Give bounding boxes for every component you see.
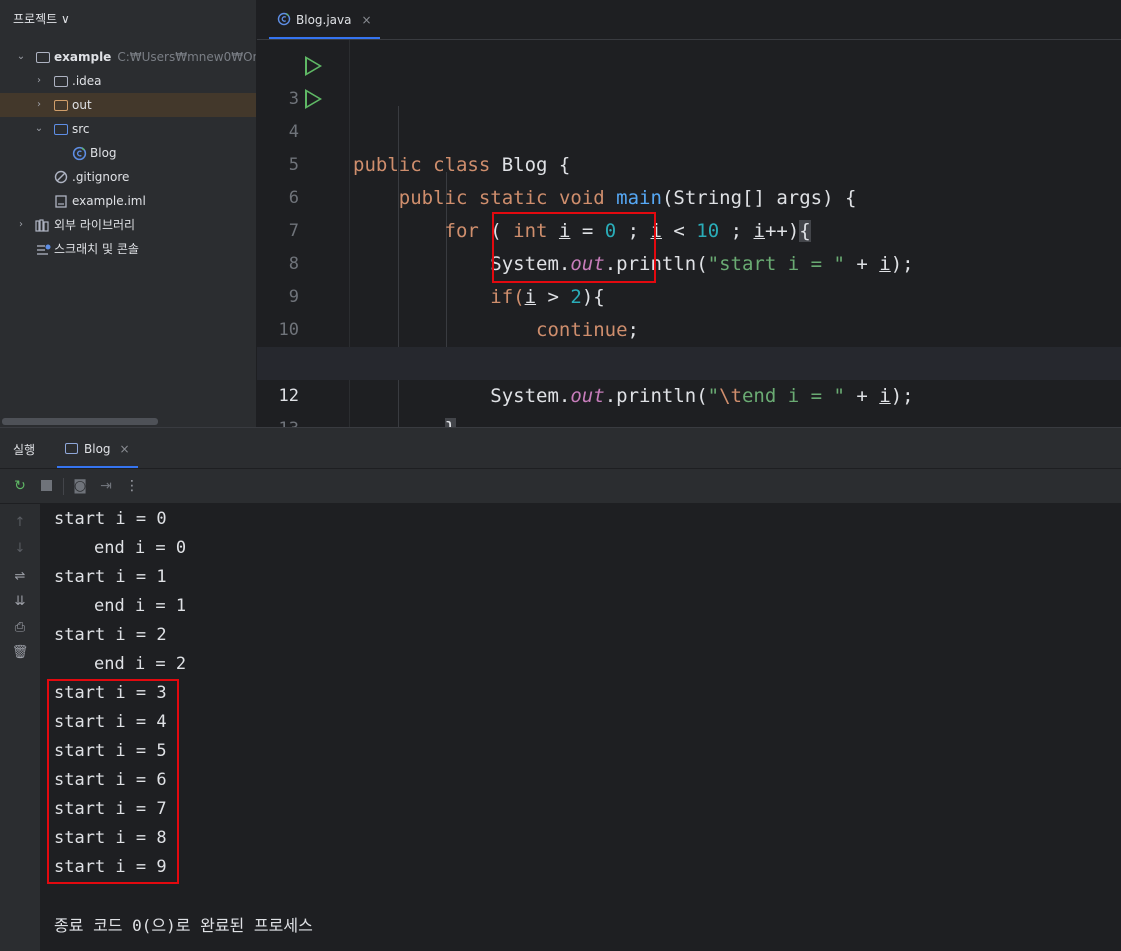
tree-item-scratches[interactable]: 스크래치 및 콘솔	[0, 237, 256, 261]
code-line: 3 public class Blog {	[257, 50, 1121, 176]
console-line: end i = 1	[94, 596, 187, 616]
tree-item-label: .idea	[72, 74, 102, 88]
console-line: end i = 2	[94, 654, 187, 674]
source-folder-icon	[54, 124, 68, 135]
code-line: 14 }	[257, 413, 1121, 427]
run-icon[interactable]	[305, 56, 322, 76]
code-line: 13	[257, 380, 1121, 427]
tree-item-label: src	[72, 122, 90, 136]
exit-message: 종료 코드 0(으)로 완료된 프로세스	[54, 916, 313, 935]
code-line: 4 public static void main(String[] args)…	[257, 83, 1121, 209]
tree-item-label: out	[72, 98, 92, 112]
tree-item-blog[interactable]: Blog	[0, 141, 256, 165]
library-icon	[35, 219, 49, 232]
editor-tab-bar: Blog.java ×	[257, 0, 1121, 40]
chevron-right-icon[interactable]: ›	[34, 69, 44, 93]
scroll-to-end-icon[interactable]: ⇊	[10, 593, 30, 611]
close-icon[interactable]: ×	[120, 442, 130, 456]
down-arrow-icon[interactable]: ↓	[10, 540, 30, 558]
tab-blog-java[interactable]: Blog.java ×	[269, 0, 380, 39]
tab-run-blog[interactable]: Blog ×	[57, 428, 138, 468]
console-line: start i = 0	[54, 509, 167, 529]
tree-item-idea[interactable]: › .idea	[0, 69, 256, 93]
toolbar-divider	[63, 478, 64, 495]
code-line: 10 }	[257, 281, 1121, 374]
tree-item-label: Blog	[90, 146, 117, 160]
stop-icon[interactable]	[38, 478, 54, 494]
more-icon[interactable]: ⋮	[124, 478, 140, 494]
run-toolbar: ↻ ◙ ⇥ ⋮	[0, 469, 1121, 504]
code-line: 6 for ( int i = 0 ; i < 10 ; i++){	[257, 149, 1121, 242]
project-pane-title[interactable]: 프로젝트 ∨	[13, 10, 70, 27]
current-code-line: 12 }	[257, 347, 1121, 427]
tree-item-example[interactable]: ⌄ example C:₩Users₩mnew0₩OneDriv	[0, 45, 256, 69]
code-line: 8 if(i > 2){	[257, 215, 1121, 308]
trash-icon[interactable]: 🗑	[10, 644, 30, 662]
run-tool-window: 실행 Blog × ↻ ◙ ⇥ ⋮ ↑ ↓ ⇌ ⇊ ⎙ 🗑 start i = 0…	[0, 427, 1121, 951]
highlight-box	[47, 679, 179, 884]
up-arrow-icon[interactable]: ↑	[10, 514, 30, 532]
soft-wrap-icon[interactable]: ⇌	[10, 568, 30, 586]
run-header: 실행 Blog ×	[0, 428, 1121, 469]
console-line: start i = 1	[54, 567, 167, 587]
code-line: 7 System.out.println("start i = " + i);	[257, 182, 1121, 275]
code-line: 11 System.out.println("\tend i = " + i);	[257, 314, 1121, 407]
tree-item-label: example.iml	[72, 194, 146, 208]
tree-item-label: .gitignore	[72, 170, 130, 184]
close-icon[interactable]: ×	[361, 13, 371, 27]
tree-item-external-libraries[interactable]: › 외부 라이브러리	[0, 213, 256, 237]
print-icon[interactable]: ⎙	[10, 619, 30, 637]
console-line: end i = 0	[94, 538, 187, 558]
code-line: 9 continue;	[257, 248, 1121, 341]
project-pane: 프로젝트 ∨ ⌄ example C:₩Users₩mnew0₩OneDriv ›…	[0, 0, 257, 427]
horizontal-scrollbar[interactable]	[2, 418, 158, 425]
code-editor[interactable]: 3 public class Blog { 4 public static vo…	[257, 40, 1121, 427]
exit-icon[interactable]: ⇥	[98, 478, 114, 494]
tree-item-label: 스크래치 및 콘솔	[54, 242, 139, 256]
java-class-icon	[277, 12, 291, 26]
ignore-file-icon	[54, 170, 68, 184]
console-line: start i = 2	[54, 625, 167, 645]
tree-item-example-iml[interactable]: example.iml	[0, 189, 256, 213]
run-icon[interactable]	[305, 89, 322, 109]
camera-icon[interactable]: ◙	[72, 478, 88, 494]
highlight-box	[492, 212, 656, 283]
code-line: 5	[257, 116, 1121, 175]
tree-item-src[interactable]: ⌄ src	[0, 117, 256, 141]
rerun-icon[interactable]: ↻	[12, 478, 28, 494]
tree-item-gitignore[interactable]: .gitignore	[0, 165, 256, 189]
tree-item-label: 외부 라이브러리	[54, 218, 136, 232]
chevron-right-icon[interactable]: ›	[34, 93, 44, 117]
tab-label: Blog	[84, 442, 111, 456]
tab-label: Blog.java	[296, 13, 352, 27]
java-class-icon	[72, 146, 87, 161]
tree-item-path: C:₩Users₩mnew0₩OneDriv	[117, 50, 256, 64]
chevron-down-icon[interactable]: ⌄	[34, 117, 44, 141]
tree-item-label: example	[54, 50, 112, 64]
run-title: 실행	[13, 443, 36, 457]
folder-icon	[54, 100, 68, 111]
scratches-icon	[37, 244, 51, 255]
console-side-toolbar: ↑ ↓ ⇌ ⇊ ⎙ 🗑	[0, 504, 40, 951]
iml-file-icon	[55, 195, 67, 208]
tree-item-out[interactable]: › out	[0, 93, 256, 117]
chevron-down-icon[interactable]: ⌄	[16, 45, 26, 69]
module-folder-icon	[36, 52, 50, 63]
folder-icon	[54, 76, 68, 87]
console-icon	[65, 443, 78, 454]
chevron-right-icon[interactable]: ›	[16, 213, 26, 237]
